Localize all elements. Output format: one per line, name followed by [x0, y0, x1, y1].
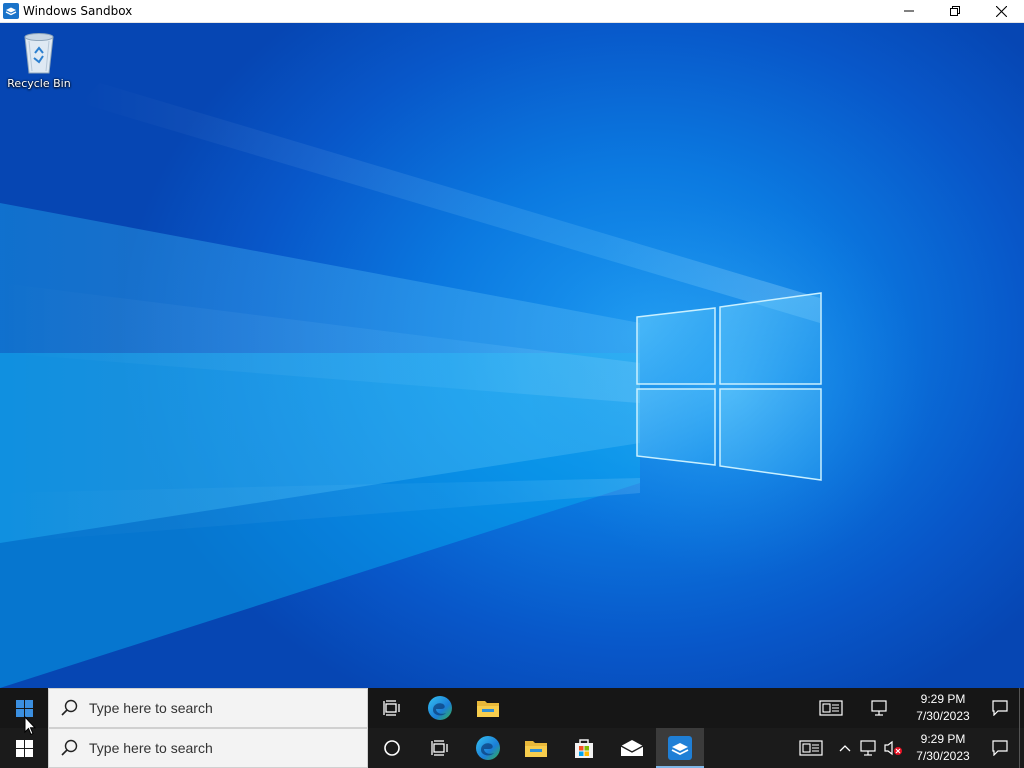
window-title: Windows Sandbox	[23, 4, 133, 18]
windows-logo-icon	[15, 699, 33, 717]
sandbox-edge-button[interactable]	[416, 688, 464, 728]
edge-icon	[476, 736, 500, 760]
windows-sandbox-icon	[3, 3, 19, 19]
sandbox-show-desktop-button[interactable]	[1019, 688, 1024, 728]
search-icon	[61, 739, 78, 756]
edge-icon	[428, 696, 452, 720]
wallpaper	[0, 83, 930, 688]
mail-icon	[620, 740, 644, 756]
news-icon	[799, 740, 823, 756]
close-button[interactable]	[978, 0, 1024, 23]
search-icon	[61, 699, 78, 716]
news-button[interactable]	[789, 728, 833, 768]
restore-button[interactable]	[932, 0, 978, 23]
edge-button[interactable]	[464, 728, 512, 768]
network-icon	[860, 740, 876, 756]
close-icon	[995, 5, 1007, 17]
clock-date: 7/30/2023	[916, 709, 970, 723]
windows-sandbox-icon	[668, 736, 692, 760]
file-explorer-icon	[525, 741, 547, 757]
mouse-cursor-icon	[24, 716, 36, 736]
network-icon	[871, 700, 887, 716]
sandbox-clock[interactable]: 9:29 PM 7/30/2023	[905, 688, 981, 728]
search-box[interactable]: Type here to search	[48, 728, 368, 768]
chevron-up-icon	[839, 745, 851, 752]
store-icon	[575, 739, 593, 758]
task-view-button[interactable]	[416, 728, 464, 768]
recycle-bin-icon	[24, 33, 54, 74]
show-hidden-icons-button[interactable]	[833, 728, 857, 768]
clock-date: 7/30/2023	[916, 749, 970, 763]
clock-time: 9:29 PM	[920, 732, 966, 746]
task-view-icon	[383, 700, 400, 716]
volume-muted-icon	[884, 740, 902, 756]
restore-icon	[950, 6, 960, 16]
desktop-icon-label: Recycle Bin	[7, 77, 71, 90]
sandbox-network-button[interactable]	[855, 688, 905, 728]
volume-button[interactable]	[881, 728, 905, 768]
window-title-bar[interactable]: Windows Sandbox	[0, 0, 1024, 23]
notification-icon	[992, 700, 1008, 716]
windows-sandbox-taskbar-button[interactable]	[656, 728, 704, 768]
file-explorer-button[interactable]	[512, 728, 560, 768]
file-explorer-icon	[477, 701, 499, 717]
sandbox-news-button[interactable]	[807, 688, 855, 728]
sandbox-file-explorer-button[interactable]	[464, 688, 512, 728]
sandbox-search-box[interactable]: Type here to search	[48, 688, 368, 728]
search-placeholder: Type here to search	[89, 700, 213, 716]
sandbox-taskbar: Type here to search 9:29 PM 7/30/2023	[0, 688, 1024, 728]
news-icon	[819, 700, 843, 716]
desktop-icon-recycle-bin[interactable]: Recycle Bin	[5, 29, 73, 90]
clock-time: 9:29 PM	[920, 692, 966, 706]
notification-icon	[992, 740, 1008, 756]
minimize-button[interactable]	[886, 0, 932, 23]
search-placeholder: Type here to search	[89, 740, 213, 756]
store-button[interactable]	[560, 728, 608, 768]
task-view-icon	[431, 740, 448, 756]
network-button[interactable]	[857, 728, 881, 768]
sandbox-task-view-button[interactable]	[368, 688, 416, 728]
host-taskbar: Type here to search 9:29 PM 7/30/2023	[0, 728, 1024, 768]
windows-logo-icon	[15, 739, 33, 757]
mail-button[interactable]	[608, 728, 656, 768]
sandbox-notification-button[interactable]	[981, 688, 1019, 728]
cortana-button[interactable]	[368, 728, 416, 768]
cortana-icon	[384, 740, 400, 756]
desktop[interactable]: Recycle Bin	[0, 23, 1024, 688]
notification-button[interactable]	[981, 728, 1019, 768]
show-desktop-button[interactable]	[1019, 728, 1024, 768]
clock[interactable]: 9:29 PM 7/30/2023	[905, 728, 981, 768]
minimize-icon	[904, 10, 914, 12]
